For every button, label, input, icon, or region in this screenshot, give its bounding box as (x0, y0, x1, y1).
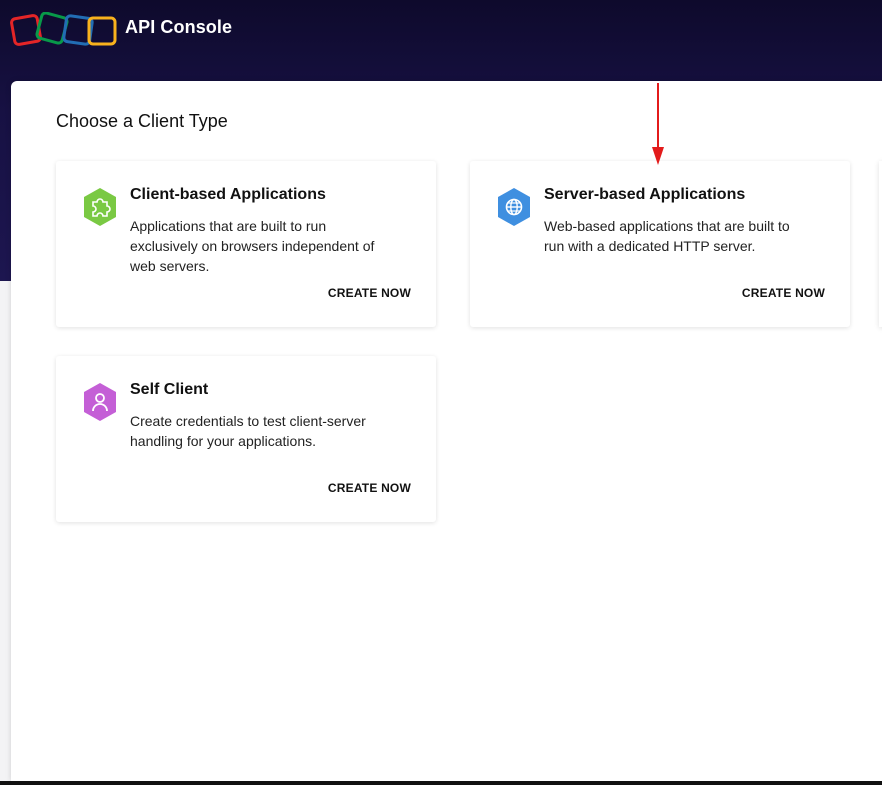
puzzle-icon (84, 188, 116, 226)
app-title: API Console (125, 17, 233, 37)
left-gutter (0, 281, 11, 781)
app-header: API Console (0, 0, 882, 60)
user-icon (84, 383, 116, 421)
create-now-button[interactable]: CREATE NOW (742, 286, 825, 300)
create-now-button[interactable]: CREATE NOW (328, 286, 411, 300)
card-description: Web-based applications that are built to… (544, 218, 790, 254)
card-description: Create credentials to test client-server… (130, 413, 366, 449)
card-server-based[interactable]: Server-based Applications Web-based appl… (470, 161, 850, 327)
card-title: Server-based Applications (544, 186, 746, 203)
card-client-based[interactable]: Client-based Applications Applications t… (56, 161, 436, 327)
card-title: Self Client (130, 381, 209, 398)
section-title: Choose a Client Type (56, 111, 228, 131)
globe-icon (498, 188, 530, 226)
create-now-button[interactable]: CREATE NOW (328, 481, 411, 495)
main-panel: Choose a Client Type Client-based Applic… (11, 81, 882, 781)
card-self-client[interactable]: Self Client Create credentials to test c… (56, 356, 436, 522)
bottom-edge (0, 781, 882, 785)
zoho-logo-icon[interactable] (10, 12, 118, 48)
card-description: Applications that are built to run exclu… (130, 218, 375, 274)
card-title: Client-based Applications (130, 186, 326, 203)
annotation-arrow-icon (652, 83, 664, 165)
